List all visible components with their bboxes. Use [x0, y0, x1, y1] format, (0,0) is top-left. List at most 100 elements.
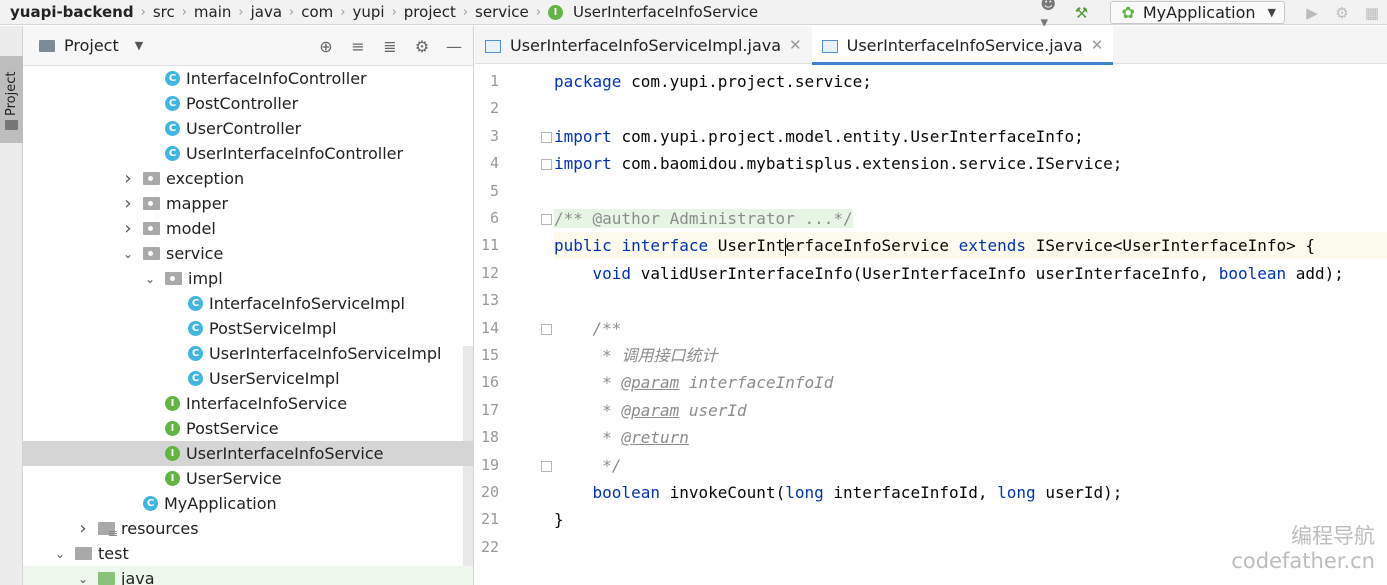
tree-item-label: InterfaceInfoController — [186, 69, 367, 88]
run-icon[interactable]: ▶ — [1301, 2, 1323, 24]
tree-item-test[interactable]: ⌄ test — [23, 541, 473, 566]
expand-arrow-icon[interactable]: › — [121, 168, 135, 189]
code-line[interactable] — [554, 178, 1387, 205]
tree-item-userinterfaceinfoservice[interactable]: I UserInterfaceInfoService — [23, 441, 473, 466]
expand-arrow-icon[interactable]: › — [121, 218, 135, 239]
code-line[interactable]: package com.yupi.project.service; — [554, 68, 1387, 95]
project-panel-title[interactable]: Project — [64, 36, 119, 55]
code-line[interactable]: void validUserInterfaceInfo(UserInterfac… — [554, 260, 1387, 287]
code-line[interactable]: /** — [554, 315, 1387, 342]
tree-item-service[interactable]: ⌄ service — [23, 241, 473, 266]
close-icon[interactable]: ✕ — [789, 36, 802, 54]
source-folder-icon — [98, 572, 115, 585]
fold-marker-icon[interactable] — [541, 460, 552, 472]
close-icon[interactable]: ✕ — [1091, 36, 1104, 54]
breadcrumb-item[interactable]: main — [190, 3, 235, 21]
tree-item-userinterfaceinfocontroller[interactable]: C UserInterfaceInfoController — [23, 141, 473, 166]
code-line[interactable]: import com.yupi.project.model.entity.Use… — [554, 123, 1387, 150]
expand-arrow-icon[interactable]: ⌄ — [121, 247, 135, 261]
code-line[interactable]: public interface UserInterfaceInfoServic… — [554, 232, 1387, 260]
tree-item-myapplication[interactable]: C MyApplication — [23, 491, 473, 516]
user-icon[interactable]: ☻▾ — [1040, 0, 1062, 31]
code-line[interactable]: */ — [554, 452, 1387, 479]
tree-item-model[interactable]: › model — [23, 216, 473, 241]
tree-item-exception[interactable]: › exception — [23, 166, 473, 191]
gear-icon[interactable]: ⚙ — [411, 35, 433, 57]
code-line[interactable]: /** @author Administrator ...*/ — [554, 205, 1387, 232]
tool-window-strip: Project — [0, 26, 23, 585]
code-token: interfaceInfoId — [688, 373, 834, 393]
tree-item-impl[interactable]: ⌄ impl — [23, 266, 473, 291]
fold-marker-icon[interactable] — [541, 131, 552, 143]
chevron-down-icon[interactable]: ▼ — [135, 39, 143, 52]
package-folder-icon — [143, 222, 160, 235]
code-line[interactable]: * @param userId — [554, 397, 1387, 424]
code-area[interactable]: 1 package com.yupi.project.service; 2 3 impo… — [475, 64, 1387, 585]
fold-marker-icon[interactable] — [541, 214, 552, 225]
code-line[interactable] — [554, 95, 1387, 122]
spring-leaf-icon: ✿ — [1121, 3, 1135, 22]
line-number: 20 — [480, 483, 499, 501]
tree-item-label: PostController — [186, 94, 299, 113]
tree-item-label: UserService — [186, 469, 282, 488]
fold-marker-icon[interactable] — [541, 323, 552, 335]
code-token: @param — [621, 400, 680, 420]
tree-item-interfaceinfocontroller[interactable]: C InterfaceInfoController — [23, 66, 473, 91]
tree-item-interfaceinfoservice[interactable]: I InterfaceInfoService — [23, 391, 473, 416]
tree-item-label: InterfaceInfoService — [186, 394, 348, 413]
tree-item-interfaceinfoserviceimpl[interactable]: C InterfaceInfoServiceImpl — [23, 291, 473, 316]
tree-item-java[interactable]: ⌄ java — [23, 566, 473, 585]
class-icon: C — [188, 371, 203, 386]
collapse-all-icon[interactable]: ≣ — [379, 35, 401, 57]
code-line[interactable]: * @return — [554, 424, 1387, 451]
expand-arrow-icon[interactable]: › — [76, 518, 90, 539]
run-configuration-select[interactable]: ✿ MyApplication ▼ — [1110, 1, 1285, 24]
fold-marker-icon[interactable] — [541, 159, 552, 171]
code-line[interactable]: } — [554, 506, 1387, 533]
breadcrumb-item[interactable]: src — [149, 3, 179, 21]
code-line[interactable]: boolean invokeCount(long interfaceInfoId… — [554, 479, 1387, 506]
code-line[interactable]: * @param interfaceInfoId — [554, 369, 1387, 396]
code-token: userId); — [1045, 483, 1123, 502]
expand-arrow-icon[interactable]: ⌄ — [53, 547, 67, 561]
tree-item-postcontroller[interactable]: C PostController — [23, 91, 473, 116]
code-line[interactable] — [554, 287, 1387, 314]
expand-arrow-icon[interactable]: › — [121, 193, 135, 214]
breadcrumb-item[interactable]: com — [297, 3, 337, 21]
code-token: IService<UserInterfaceInfo> { — [1035, 236, 1316, 256]
resources-folder-icon — [98, 522, 117, 537]
tree-item-postservice[interactable]: I PostService — [23, 416, 473, 441]
tree-item-resources[interactable]: › resources — [23, 516, 473, 541]
breadcrumb-item[interactable]: yuapi-backend — [10, 3, 138, 21]
project-tool-tab[interactable]: Project — [0, 56, 23, 143]
line-number: 6 — [489, 209, 499, 227]
navigation-bar: yuapi-backend › src › main › java › com › yupi › pro… — [0, 0, 1387, 31]
code-line[interactable]: import com.baomidou.mybatisplus.extensio… — [554, 150, 1387, 177]
breadcrumb-item[interactable]: yupi — [349, 3, 389, 21]
line-number: 4 — [489, 154, 499, 173]
breadcrumb-item[interactable]: java — [247, 3, 286, 21]
locate-icon[interactable]: ⊕ — [315, 35, 337, 57]
tab-inactive[interactable]: UserInterfaceInfoServiceImpl.java ✕ — [475, 26, 812, 64]
expand-arrow-icon[interactable]: ⌄ — [76, 572, 90, 585]
tree-item-postserviceimpl[interactable]: C PostServiceImpl — [23, 316, 473, 341]
tree-item-userinterfaceinfoserviceimpl[interactable]: C UserInterfaceInfoServiceImpl — [23, 341, 473, 366]
tree-item-mapper[interactable]: › mapper — [23, 191, 473, 216]
coverage-icon[interactable]: ▦ — [1361, 2, 1383, 24]
breadcrumb-current[interactable]: UserInterfaceInfoService — [569, 3, 762, 21]
breadcrumb-item[interactable]: project — [400, 3, 460, 21]
tree-item-usercontroller[interactable]: C UserController — [23, 116, 473, 141]
chevron-down-icon: ▼ — [1267, 6, 1276, 19]
tab-active[interactable]: UserInterfaceInfoService.java ✕ — [811, 26, 1114, 65]
code-line[interactable]: * 调用接口统计 — [554, 342, 1387, 369]
build-hammer-icon[interactable]: ⚒ — [1070, 2, 1092, 24]
interface-icon: I — [547, 4, 563, 20]
code-token: com.yupi.project.model.entity.UserInterf… — [621, 126, 1084, 146]
tree-item-userservice[interactable]: I UserService — [23, 466, 473, 491]
breadcrumb-item[interactable]: service — [471, 3, 533, 21]
expand-all-icon[interactable]: ≡ — [347, 35, 369, 57]
hide-icon[interactable]: — — [443, 35, 465, 57]
debug-icon[interactable]: ⚙ — [1331, 2, 1353, 24]
expand-arrow-icon[interactable]: ⌄ — [143, 272, 157, 286]
tree-item-userserviceimpl[interactable]: C UserServiceImpl — [23, 366, 473, 391]
